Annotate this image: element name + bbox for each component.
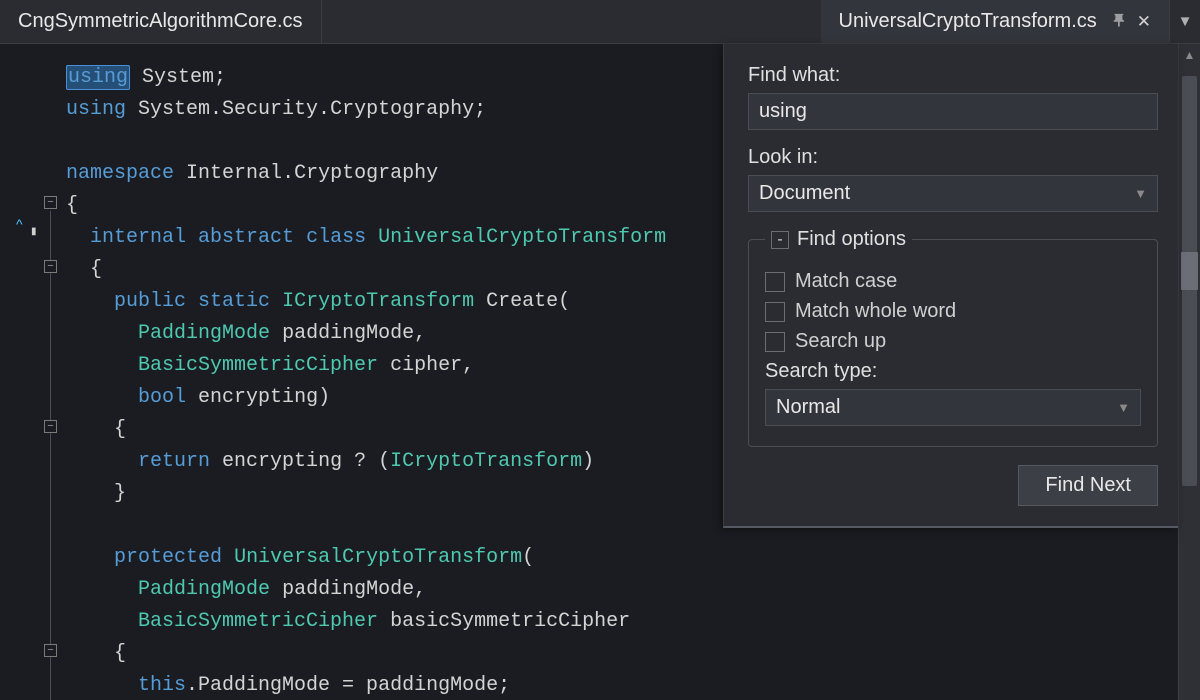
editor-gutter: ^ ▮ − − − − <box>0 44 60 700</box>
tab-right[interactable]: UniversalCryptoTransform.cs ✕ <box>821 0 1170 43</box>
search-up-label: Search up <box>795 330 886 353</box>
find-options-legend: - Find options <box>765 228 912 251</box>
collapse-options-button[interactable]: - <box>771 231 789 249</box>
match-case-option[interactable]: Match case <box>765 270 1141 293</box>
search-up-checkbox[interactable] <box>765 332 785 352</box>
search-type-value: Normal <box>776 396 840 419</box>
look-in-label: Look in: <box>748 146 1158 169</box>
find-button-row: Find Next <box>748 465 1158 506</box>
pin-icon[interactable] <box>1111 13 1125 31</box>
bookmark-arrow-icon: ^ <box>16 216 23 232</box>
tab-overflow-menu[interactable]: ▼ <box>1170 0 1200 43</box>
code-content[interactable]: using System; using System.Security.Cryp… <box>66 62 666 700</box>
search-type-select[interactable]: Normal ▼ <box>765 389 1141 426</box>
match-case-checkbox[interactable] <box>765 272 785 292</box>
tab-right-label: UniversalCryptoTransform.cs <box>839 10 1097 33</box>
tab-spacer <box>322 0 821 43</box>
fold-guide-line <box>50 211 51 700</box>
chevron-down-icon: ▼ <box>1117 400 1130 415</box>
tab-left[interactable]: CngSymmetricAlgorithmCore.cs <box>0 0 322 43</box>
find-next-button[interactable]: Find Next <box>1018 465 1158 506</box>
find-what-input[interactable] <box>748 93 1158 130</box>
whole-word-option[interactable]: Match whole word <box>765 300 1141 323</box>
vertical-scrollbar[interactable]: ▲ <box>1178 44 1200 700</box>
search-up-option[interactable]: Search up <box>765 330 1141 353</box>
whole-word-label: Match whole word <box>795 300 956 323</box>
scroll-minimap-cursor[interactable] <box>1181 252 1198 290</box>
look-in-value: Document <box>759 182 850 205</box>
find-panel: Find what: Look in: Document ▼ - Find op… <box>723 44 1178 528</box>
breakpoint-dot-icon: ▮ <box>31 226 37 237</box>
match-case-label: Match case <box>795 270 897 293</box>
find-what-label: Find what: <box>748 64 1158 87</box>
fold-toggle[interactable]: − <box>44 420 57 433</box>
fold-toggle[interactable]: − <box>44 196 57 209</box>
close-icon[interactable]: ✕ <box>1137 12 1151 32</box>
find-options-legend-text: Find options <box>797 228 906 251</box>
fold-toggle[interactable]: − <box>44 260 57 273</box>
tab-left-label: CngSymmetricAlgorithmCore.cs <box>18 10 303 33</box>
tab-bar: CngSymmetricAlgorithmCore.cs UniversalCr… <box>0 0 1200 44</box>
fold-toggle[interactable]: − <box>44 644 57 657</box>
chevron-down-icon: ▼ <box>1134 186 1147 201</box>
scroll-up-icon[interactable]: ▲ <box>1179 44 1200 66</box>
whole-word-checkbox[interactable] <box>765 302 785 322</box>
search-type-label: Search type: <box>765 360 1141 383</box>
look-in-select[interactable]: Document ▼ <box>748 175 1158 212</box>
find-options-group: - Find options Match case Match whole wo… <box>748 228 1158 447</box>
